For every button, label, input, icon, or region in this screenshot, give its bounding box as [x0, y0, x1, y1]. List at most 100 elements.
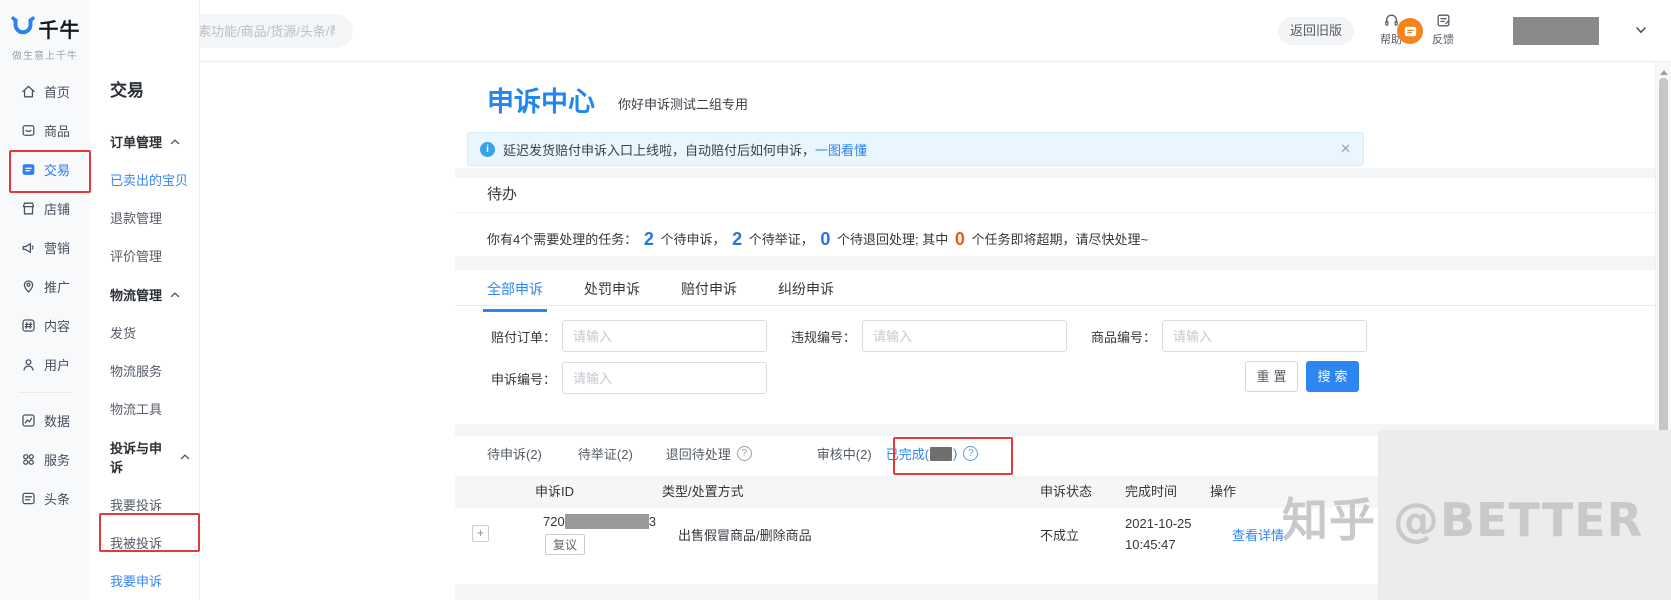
rail-item[interactable]: 头条 [0, 479, 90, 518]
rail-item-label: 交易 [44, 160, 70, 179]
search-button[interactable]: 搜索 [1306, 361, 1359, 392]
violation-input[interactable] [862, 320, 1067, 352]
todo-summary-part: 2 [729, 229, 745, 249]
sidenav-entry[interactable]: 我要投诉 [110, 495, 190, 514]
notice-banner: 延迟发货赔付申诉入口上线啦，自动赔付后如何申诉， 一图看懂 [467, 132, 1364, 166]
divider [455, 212, 1660, 213]
view-detail-link[interactable]: 查看详情 [1232, 525, 1284, 544]
todo-summary-part: 个任务即将超期，请尽快处理~ [968, 232, 1148, 247]
reset-button[interactable]: 重置 [1245, 361, 1298, 392]
sidenav-entry-label: 发货 [110, 326, 136, 341]
id-redacted [565, 514, 649, 529]
watermark-text: 知乎 @BETTER [1282, 484, 1643, 550]
rail-item[interactable]: 交易 [0, 150, 90, 189]
rail-item-label: 商品 [44, 121, 70, 140]
feedback-button[interactable]: 反馈 [1426, 12, 1460, 47]
banner-text: 延迟发货赔付申诉入口上线啦，自动赔付后如何申诉， [503, 140, 815, 159]
todo-summary-part: 0 [817, 229, 833, 249]
rail-item[interactable]: 商品 [0, 111, 90, 150]
brand-tagline: 做生意上千牛 [0, 47, 90, 62]
marketing-icon [20, 239, 37, 256]
back-to-old-button[interactable]: 返回旧版 [1278, 17, 1354, 45]
headline-icon [20, 490, 37, 507]
rail-item[interactable]: 服务 [0, 440, 90, 479]
table-header-cell: 申诉ID [535, 476, 574, 508]
status-tab[interactable]: 退回待处理 [666, 444, 752, 463]
user-icon [20, 356, 37, 373]
brand-name: 千牛 [39, 14, 81, 43]
sidenav-entry[interactable]: 投诉与申诉 [110, 438, 190, 476]
trade-icon [20, 161, 37, 178]
table-header-cell: 操作 [1210, 476, 1236, 508]
rail-item[interactable]: 首页 [0, 72, 90, 111]
workbench-icon [1403, 24, 1418, 39]
sidenav-entry-label: 已卖出的宝贝 [110, 173, 188, 188]
appeal-type-tab[interactable]: 全部申诉 [487, 279, 543, 311]
appeal-type-tab[interactable]: 处罚申诉 [584, 279, 640, 311]
appeal-no-input[interactable] [562, 362, 767, 394]
todo-heading: 待办 [487, 183, 517, 204]
chevron-down-icon[interactable] [1635, 25, 1647, 35]
trade-sidenav: 交易 订单管理 已卖出的宝贝 退款管理 评价管理 [90, 0, 200, 600]
sidenav-entry-label: 物流服务 [110, 364, 162, 379]
rail-item-label: 服务 [44, 450, 70, 469]
appeal-type-tabs: 全部申诉 处罚申诉 赔付申诉 纠纷申诉 [487, 279, 834, 311]
table-header-cell: 申诉状态 [1040, 476, 1092, 508]
rail-item[interactable]: 营销 [0, 228, 90, 267]
goods-icon [20, 122, 37, 139]
expand-icon[interactable] [472, 525, 489, 542]
rail-item[interactable]: 店铺 [0, 189, 90, 228]
table-header-cell: 类型/处置方式 [662, 476, 744, 508]
order-input[interactable] [562, 320, 767, 352]
sidenav-entry[interactable]: 订单管理 [110, 132, 190, 151]
field-label: 商品编号： [1071, 327, 1156, 346]
filter-field-order: 赔付订单： [467, 320, 767, 352]
finish-time-cell: 2021-10-25 10:45:47 [1125, 513, 1192, 555]
avatar[interactable] [1397, 18, 1423, 44]
sidenav-title: 交易 [110, 76, 144, 101]
rail-item[interactable]: 内容 [0, 306, 90, 345]
close-icon[interactable] [1340, 141, 1351, 157]
sidenav-entry-label: 订单管理 [110, 132, 162, 151]
sidenav-entry[interactable]: 我要申诉 [110, 571, 190, 590]
status-tab[interactable]: 审核中(2) [817, 444, 872, 463]
status-tab[interactable]: 待申诉(2) [487, 444, 542, 463]
sidenav-entry[interactable]: 物流服务 [110, 361, 190, 380]
question-icon[interactable] [737, 446, 752, 461]
banner-link[interactable]: 一图看懂 [815, 140, 867, 159]
sidenav-entry[interactable]: 发货 [110, 323, 190, 342]
sidenav-entry[interactable]: 评价管理 [110, 246, 190, 265]
sidenav-entry[interactable]: 物流管理 [110, 285, 190, 304]
status-tab[interactable]: 已完成( ) [886, 444, 979, 463]
item-input[interactable] [1162, 320, 1367, 352]
filter-field-item: 商品编号： [1071, 320, 1367, 352]
appeal-type-tab[interactable]: 赔付申诉 [681, 279, 737, 311]
search-input[interactable] [183, 23, 337, 40]
status-tab[interactable]: 待举证(2) [578, 444, 633, 463]
question-icon[interactable] [963, 446, 978, 461]
rail-item[interactable]: 数据 [0, 401, 90, 440]
section-gap [455, 168, 1660, 178]
rail-item-label: 推广 [44, 277, 70, 296]
sidenav-entry-label: 物流工具 [110, 402, 162, 417]
field-label: 违规编号： [771, 327, 856, 346]
appeal-id: 7203 [543, 514, 656, 529]
sidenav-entry[interactable]: 物流工具 [110, 399, 190, 418]
sidenav-entry-label: 投诉与申诉 [110, 438, 172, 476]
rail-item-label: 内容 [44, 316, 70, 335]
rail-item[interactable]: 推广 [0, 267, 90, 306]
caret-up-icon [180, 453, 190, 461]
scroll-up-icon[interactable] [1660, 70, 1668, 75]
field-label: 申诉编号： [467, 369, 556, 388]
sidenav-entry[interactable]: 已卖出的宝贝 [110, 170, 190, 189]
todo-summary-part: 你有4个需要处理的任务： [487, 232, 641, 247]
promote-icon [20, 278, 37, 295]
topbar: 返回旧版 帮助 反馈 [90, 0, 1671, 62]
sidenav-entry[interactable]: 退款管理 [110, 208, 190, 227]
rail-nav: 首页 商品 交易 店铺 [0, 72, 90, 518]
review-tag: 复议 [545, 534, 585, 555]
rail-item[interactable]: 用户 [0, 345, 90, 384]
appeal-type-tab[interactable]: 纠纷申诉 [778, 279, 834, 311]
data-icon [20, 412, 37, 429]
sidenav-entry[interactable]: 我被投诉 [110, 533, 190, 552]
